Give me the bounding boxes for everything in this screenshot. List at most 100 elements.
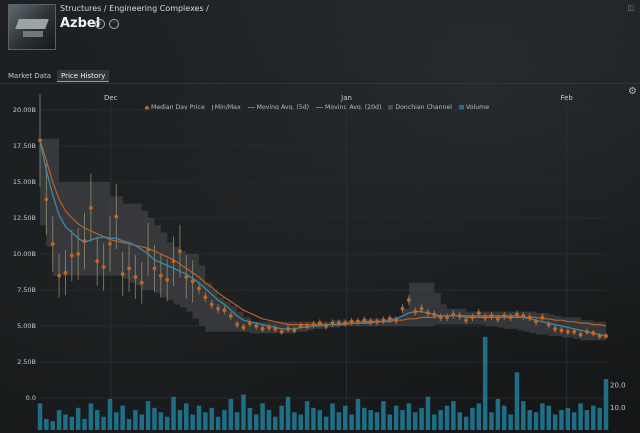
median-price-point[interactable] [165,278,170,282]
volume-bar[interactable] [514,372,520,430]
median-price-point[interactable] [559,328,564,333]
median-price-point[interactable] [63,270,68,275]
median-price-point[interactable] [464,318,468,323]
tab-price-history[interactable]: Price History [57,70,110,82]
median-price-point[interactable] [317,321,322,326]
median-price-point[interactable] [203,295,208,300]
median-price-point[interactable] [184,275,189,279]
volume-bar[interactable] [591,405,596,430]
volume-bar[interactable] [451,401,456,430]
volume-bar[interactable] [75,407,81,430]
median-price-point[interactable] [279,329,284,334]
volume-bar[interactable] [56,410,62,430]
median-price-point[interactable] [95,259,100,264]
median-price-point[interactable] [57,273,61,278]
median-price-point[interactable] [298,324,303,328]
median-price-point[interactable] [254,324,259,328]
volume-bar[interactable] [387,414,393,430]
median-price-point[interactable] [368,319,373,324]
median-price-point[interactable] [495,316,500,321]
median-price-point[interactable] [400,306,405,311]
median-price-point[interactable] [604,334,608,338]
volume-bar[interactable] [393,405,399,430]
median-price-point[interactable] [171,259,176,264]
median-price-point[interactable] [375,319,379,324]
volume-bar[interactable] [139,414,145,430]
volume-bar[interactable] [597,407,602,430]
volume-bar[interactable] [228,398,234,430]
volume-bar[interactable] [457,412,462,430]
volume-bar[interactable] [63,414,68,430]
volume-bar[interactable] [222,410,227,430]
median-price-point[interactable] [578,332,583,337]
median-price-point[interactable] [470,315,475,320]
volume-bar[interactable] [120,405,125,430]
median-price-point[interactable] [114,214,119,219]
volume-bar[interactable] [133,410,138,430]
median-price-point[interactable] [419,306,424,311]
volume-bar[interactable] [190,414,195,430]
median-price-point[interactable] [565,329,570,334]
volume-bar[interactable] [279,405,284,430]
median-price-point[interactable] [50,242,55,246]
median-price-point[interactable] [190,279,195,284]
volume-bar[interactable] [323,416,329,430]
volume-bar[interactable] [145,401,151,430]
volume-bar[interactable] [94,410,100,430]
volume-bar[interactable] [533,412,539,430]
median-price-point[interactable] [247,321,252,326]
median-price-point[interactable] [445,315,449,320]
volume-bar[interactable] [273,416,278,430]
volume-bar[interactable] [37,403,43,430]
median-price-point[interactable] [146,247,151,252]
median-price-point[interactable] [76,252,81,256]
median-price-point[interactable] [44,197,49,202]
median-price-point[interactable] [362,318,367,323]
info-icon[interactable]: i [95,19,105,29]
volume-bar[interactable] [552,414,558,430]
median-price-point[interactable] [336,321,341,326]
median-price-point[interactable] [381,318,386,323]
volume-bar[interactable] [381,401,386,430]
price-history-chart[interactable]: 20.00B 17.50B 15.00B 12.50B 10.00B 7.50B 5.00B… [0,88,640,433]
volume-bar[interactable] [50,421,55,430]
volume-bar[interactable] [521,401,526,430]
volume-bar[interactable] [88,403,94,430]
volume-bar[interactable] [578,403,583,430]
median-price-point[interactable] [394,318,399,323]
median-price-point[interactable] [241,325,246,330]
median-price-point[interactable] [286,326,290,331]
median-price-point[interactable] [292,328,297,333]
median-price-point[interactable] [483,315,488,320]
volume-bar[interactable] [171,396,176,430]
volume-bar[interactable] [419,407,424,430]
median-price-point[interactable] [489,314,494,318]
volume-bar[interactable] [234,412,240,430]
median-price-point[interactable] [349,319,354,324]
volume-bar[interactable] [425,396,431,430]
median-price-point[interactable] [158,273,163,278]
median-price-point[interactable] [515,312,519,317]
median-price-point[interactable] [38,138,42,143]
volume-bar[interactable] [126,418,132,430]
median-price-point[interactable] [406,298,411,302]
median-price-point[interactable] [508,315,513,320]
median-price-point[interactable] [457,314,462,318]
volume-bar[interactable] [184,403,189,430]
median-price-point[interactable] [101,265,106,269]
volume-bar[interactable] [559,410,564,430]
volume-bar[interactable] [292,412,297,430]
volume-bar[interactable] [374,412,380,430]
median-price-point[interactable] [356,319,360,324]
volume-bar[interactable] [241,394,246,430]
volume-bar[interactable] [540,403,545,430]
volume-bar[interactable] [362,407,367,430]
volume-bar[interactable] [432,414,437,430]
volume-bar[interactable] [311,407,316,430]
median-price-point[interactable] [572,329,577,334]
volume-bar[interactable] [260,403,265,430]
volume-bar[interactable] [400,410,405,430]
median-price-point[interactable] [273,326,278,331]
median-price-point[interactable] [546,322,551,327]
median-price-point[interactable] [502,314,507,318]
